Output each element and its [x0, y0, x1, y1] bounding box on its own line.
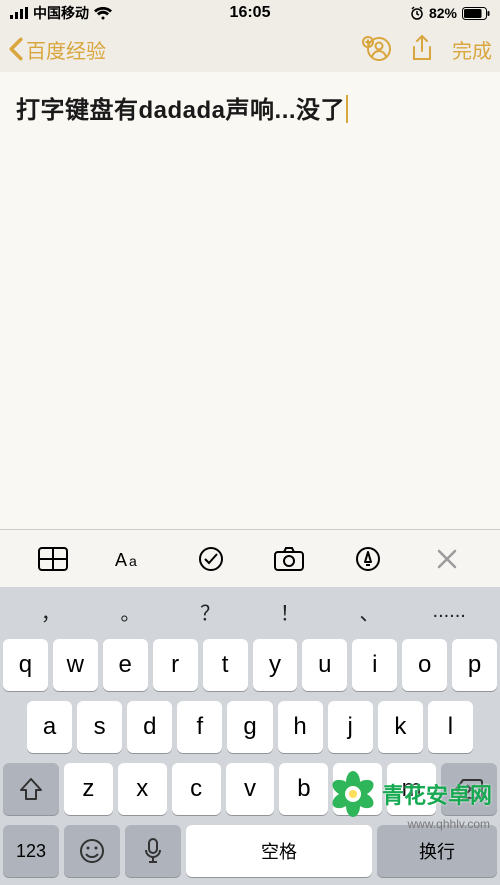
- key-j[interactable]: j: [328, 701, 373, 753]
- key-x[interactable]: x: [118, 763, 167, 815]
- space-key[interactable]: 空格: [186, 825, 372, 877]
- suggestion[interactable]: ......: [409, 600, 489, 623]
- back-button[interactable]: 百度经验: [8, 35, 106, 64]
- key-z[interactable]: z: [64, 763, 113, 815]
- status-right: 82%: [410, 5, 490, 21]
- note-text-content: 打字键盘有dadada声响...没了: [16, 97, 345, 124]
- table-icon[interactable]: [33, 547, 73, 571]
- key-row-1: q w e r t y u i o p: [3, 639, 497, 691]
- key-v[interactable]: v: [226, 763, 275, 815]
- key-row-3: z x c v b n m: [3, 763, 497, 815]
- backspace-icon: [455, 779, 483, 799]
- key-k[interactable]: k: [378, 701, 423, 753]
- key-e[interactable]: e: [103, 639, 148, 691]
- keyboard: ， 。 ？ ！ 、 ...... q w e r t y u i o p a s…: [0, 587, 500, 885]
- checklist-icon[interactable]: [191, 546, 231, 572]
- key-b[interactable]: b: [279, 763, 328, 815]
- status-bar: 中国移动 16:05 82%: [0, 0, 500, 26]
- svg-text:A: A: [115, 550, 127, 570]
- key-y[interactable]: y: [253, 639, 298, 691]
- suggestion-row: ， 。 ？ ！ 、 ......: [3, 593, 497, 629]
- key-o[interactable]: o: [402, 639, 447, 691]
- text-cursor: [346, 95, 348, 123]
- key-w[interactable]: w: [53, 639, 98, 691]
- signal-icon: [10, 7, 28, 19]
- battery-icon: [462, 7, 490, 20]
- back-label: 百度经验: [26, 35, 106, 64]
- nav-bar: 百度经验 完成: [0, 26, 500, 72]
- key-r[interactable]: r: [153, 639, 198, 691]
- note-title-line: 打字键盘有dadada声响...没了: [16, 90, 484, 125]
- note-editor[interactable]: 打字键盘有dadada声响...没了: [0, 72, 500, 529]
- format-toolbar: Aa: [0, 529, 500, 587]
- backspace-key[interactable]: [441, 763, 497, 815]
- status-left: 中国移动: [10, 3, 112, 23]
- alarm-icon: [410, 6, 424, 20]
- wifi-icon: [94, 7, 112, 20]
- battery-percent: 82%: [429, 5, 457, 21]
- key-q[interactable]: q: [3, 639, 48, 691]
- key-row-4: 123 空格 换行: [3, 825, 497, 877]
- key-f[interactable]: f: [177, 701, 222, 753]
- shift-key[interactable]: [3, 763, 59, 815]
- emoji-icon: [79, 838, 105, 864]
- key-i[interactable]: i: [352, 639, 397, 691]
- suggestion[interactable]: ，: [11, 597, 91, 626]
- key-h[interactable]: h: [278, 701, 323, 753]
- key-c[interactable]: c: [172, 763, 221, 815]
- carrier-label: 中国移动: [33, 3, 89, 23]
- numbers-key[interactable]: 123: [3, 825, 59, 877]
- key-n[interactable]: n: [333, 763, 382, 815]
- key-s[interactable]: s: [77, 701, 122, 753]
- dictation-key[interactable]: [125, 825, 181, 877]
- key-g[interactable]: g: [227, 701, 272, 753]
- key-t[interactable]: t: [203, 639, 248, 691]
- dismiss-keyboard-icon[interactable]: [427, 548, 467, 570]
- key-a[interactable]: a: [27, 701, 72, 753]
- add-person-icon[interactable]: [362, 36, 392, 62]
- key-row-2: a s d f g h j k l: [3, 701, 497, 753]
- status-time: 16:05: [230, 4, 271, 22]
- share-icon[interactable]: [410, 35, 434, 63]
- svg-text:a: a: [129, 553, 137, 569]
- camera-icon[interactable]: [269, 547, 309, 571]
- key-m[interactable]: m: [387, 763, 436, 815]
- chevron-left-icon: [8, 37, 24, 61]
- shift-icon: [19, 778, 43, 800]
- key-p[interactable]: p: [452, 639, 497, 691]
- return-key[interactable]: 换行: [377, 825, 497, 877]
- key-u[interactable]: u: [302, 639, 347, 691]
- key-l[interactable]: l: [428, 701, 473, 753]
- done-button[interactable]: 完成: [452, 35, 492, 64]
- suggestion[interactable]: ？: [170, 597, 250, 626]
- suggestion[interactable]: ！: [250, 597, 330, 626]
- suggestion[interactable]: 、: [330, 597, 410, 626]
- key-d[interactable]: d: [127, 701, 172, 753]
- mic-icon: [144, 838, 162, 864]
- suggestion[interactable]: 。: [91, 597, 171, 626]
- text-format-icon[interactable]: Aa: [112, 548, 152, 570]
- emoji-key[interactable]: [64, 825, 120, 877]
- markup-icon[interactable]: [348, 546, 388, 572]
